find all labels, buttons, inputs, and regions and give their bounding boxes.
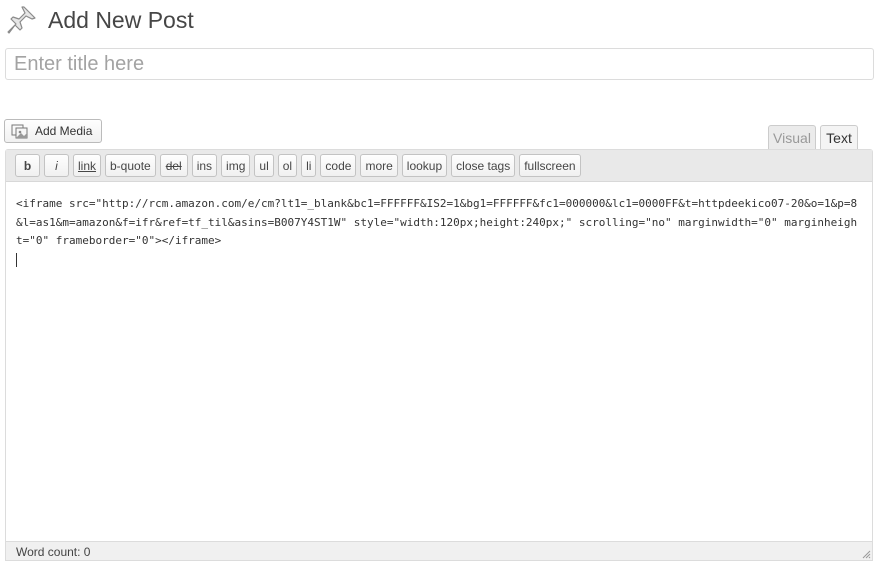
qt-blockquote-button[interactable]: b-quote xyxy=(105,154,156,177)
qt-close-tags-button[interactable]: close tags xyxy=(451,154,516,177)
qt-bold-button[interactable]: b xyxy=(15,154,40,177)
tab-text[interactable]: Text xyxy=(820,125,858,150)
post-title-input[interactable] xyxy=(5,48,874,80)
editor-container: b i link b-quote del ins img ul ol li co… xyxy=(5,149,873,561)
tab-visual[interactable]: Visual xyxy=(768,125,816,150)
qt-italic-button[interactable]: i xyxy=(44,154,69,177)
qt-img-button[interactable]: img xyxy=(221,154,251,177)
media-icon xyxy=(11,124,28,139)
qt-more-button[interactable]: more xyxy=(360,154,398,177)
text-caret xyxy=(16,252,17,267)
qt-fullscreen-button[interactable]: fullscreen xyxy=(519,154,581,177)
qt-ul-button[interactable]: ul xyxy=(254,154,274,177)
quicktags-toolbar: b i link b-quote del ins img ul ol li co… xyxy=(6,150,872,182)
qt-ins-button[interactable]: ins xyxy=(191,154,218,177)
page-header: Add New Post xyxy=(6,4,194,36)
add-media-label: Add Media xyxy=(35,124,93,138)
content-text: <iframe src="http://rcm.amazon.com/e/cm?… xyxy=(16,197,858,247)
add-media-button[interactable]: Add Media xyxy=(4,119,102,143)
qt-del-button[interactable]: del xyxy=(159,154,188,177)
resize-handle-icon[interactable] xyxy=(861,549,871,559)
content-textarea[interactable]: <iframe src="http://rcm.amazon.com/e/cm?… xyxy=(6,183,872,541)
qt-ol-button[interactable]: ol xyxy=(277,154,298,177)
qt-code-button[interactable]: code xyxy=(320,154,357,177)
editor-status-bar: Word count: 0 xyxy=(6,541,872,560)
word-count: Word count: 0 xyxy=(16,545,91,559)
qt-lookup-button[interactable]: lookup xyxy=(401,154,448,177)
page-title: Add New Post xyxy=(48,6,194,33)
qt-link-button[interactable]: link xyxy=(73,154,101,177)
pushpin-icon xyxy=(7,6,36,34)
qt-li-button[interactable]: li xyxy=(301,154,317,177)
